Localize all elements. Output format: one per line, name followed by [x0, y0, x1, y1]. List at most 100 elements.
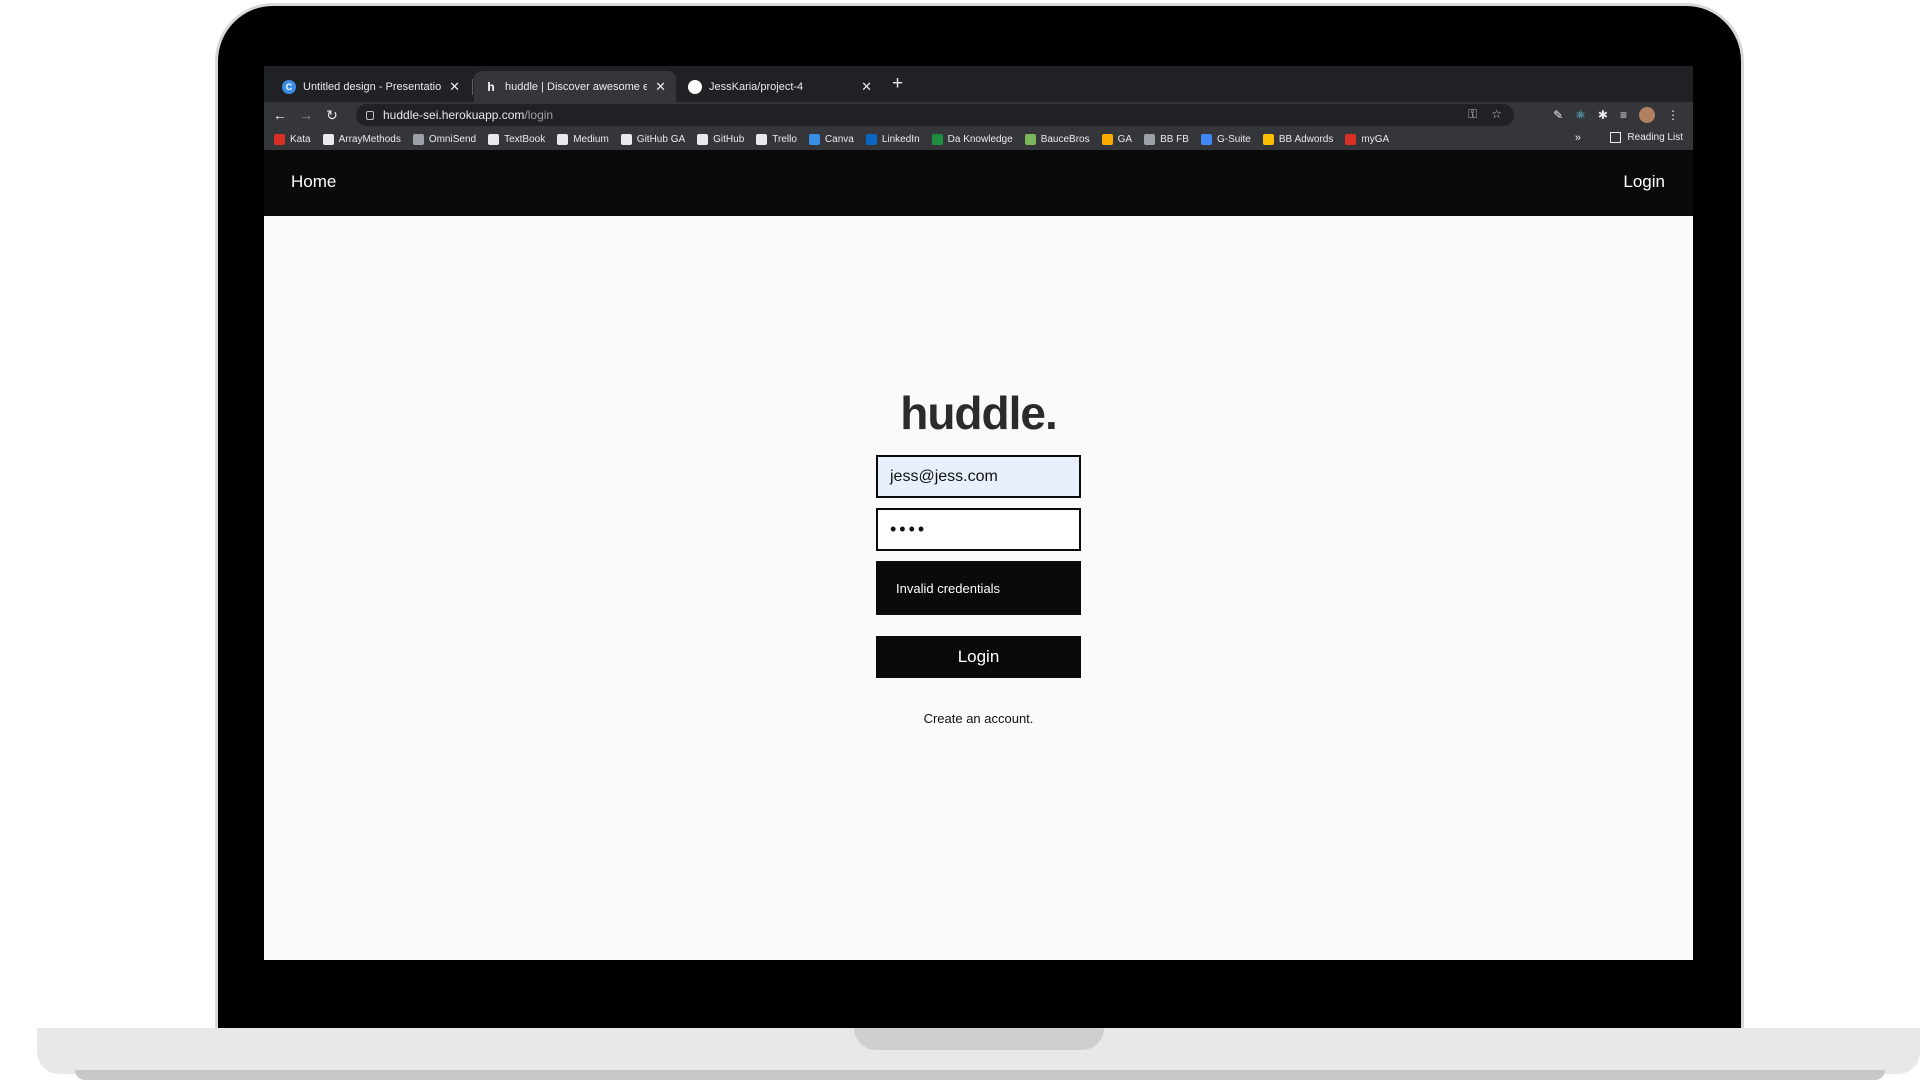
email-field[interactable]: jess@jess.com [876, 455, 1081, 498]
huddle-icon: h [487, 79, 495, 94]
login-button[interactable]: Login [876, 636, 1081, 678]
site-navbar: Home Login [264, 150, 1693, 216]
bookmark-label: LinkedIn [881, 133, 920, 145]
reload-icon[interactable]: ↻ [322, 107, 342, 124]
create-account-link[interactable]: Create an account. [264, 711, 1693, 726]
nav-login-link[interactable]: Login [1623, 172, 1665, 192]
tab-title: Untitled design - Presentation [303, 80, 442, 93]
bookmark-icon [1200, 133, 1212, 145]
bookmark-item[interactable]: GA [1101, 133, 1133, 145]
bookmark-item[interactable]: myGA [1345, 133, 1390, 145]
bookmark-item[interactable]: Da Knowledge [931, 133, 1013, 145]
media-control-icon[interactable]: ≡ [1620, 108, 1627, 122]
error-message: Invalid credentials [876, 561, 1081, 615]
avatar[interactable] [1639, 107, 1655, 123]
forward-icon[interactable]: → [296, 107, 316, 123]
bookmark-item[interactable]: ArrayMethods [322, 133, 401, 145]
bookmark-icon [1144, 133, 1156, 145]
bookmark-label: Trello [772, 133, 797, 145]
bookmark-label: GA [1117, 133, 1133, 145]
puzzle-icon[interactable]: ✱ [1598, 108, 1608, 122]
bookmark-item[interactable]: BB Adwords [1262, 133, 1334, 145]
bookmark-icon [488, 133, 500, 145]
bookmark-label: GitHub GA [636, 133, 686, 145]
bookmark-label: BauceBros [1040, 133, 1090, 145]
github-icon [688, 79, 702, 94]
url-text: huddle-sei.herokuapp.com/login [383, 108, 553, 122]
bookmark-label: Canva [824, 133, 854, 145]
bookmark-item[interactable]: Kata [274, 133, 311, 145]
bookmark-icon [1101, 133, 1113, 145]
omnibox-actions: ⚿ ☆ [1468, 107, 1502, 122]
bookmark-icon [1345, 133, 1357, 145]
bookmark-label: myGA [1361, 133, 1390, 145]
bookmark-icon [412, 133, 424, 145]
bookmark-icon [620, 133, 632, 145]
laptop-notch [854, 1028, 1104, 1050]
bookmark-item[interactable]: GitHub [697, 133, 745, 145]
bookmark-label: G-Suite [1216, 133, 1251, 145]
bookmark-icon [322, 133, 334, 145]
tab-github[interactable]: JessKaria/project-4 ✕ [678, 71, 882, 102]
close-icon[interactable]: ✕ [861, 79, 872, 95]
bookmark-label: BB Adwords [1278, 133, 1334, 145]
bookmark-label: Medium [573, 133, 609, 145]
tab-huddle[interactable]: h huddle | Discover awesome ev ✕ [474, 71, 676, 102]
close-icon[interactable]: ✕ [655, 79, 666, 95]
bookmark-icon [931, 133, 943, 145]
bookmark-item[interactable]: Canva [808, 133, 854, 145]
bookmark-icon [557, 133, 569, 145]
bookmark-label: OmniSend [428, 133, 477, 145]
menu-dots-icon[interactable]: ⋮ [1667, 108, 1679, 122]
huddle-logo: huddle. [900, 387, 1058, 439]
tab-title: JessKaria/project-4 [709, 80, 804, 93]
new-tab-button[interactable]: + [892, 74, 903, 94]
reading-list-button[interactable]: Reading List [1610, 132, 1683, 143]
tab-canva[interactable]: C Untitled design - Presentation ✕ [272, 71, 470, 102]
bookmark-icon [808, 133, 820, 145]
bookmark-icon [274, 133, 285, 145]
address-bar[interactable]: huddle-sei.herokuapp.com/login ⚿ ☆ [356, 104, 1514, 126]
bookmark-label: ArrayMethods [338, 133, 401, 145]
tab-strip: C Untitled design - Presentation ✕ h hud… [264, 66, 1693, 102]
bookmark-item[interactable]: Medium [557, 133, 609, 145]
close-icon[interactable]: ✕ [449, 79, 460, 95]
bookmark-item[interactable]: G-Suite [1200, 133, 1251, 145]
url-host: huddle-sei.herokuapp.com [383, 108, 525, 122]
bookmark-item[interactable]: BauceBros [1024, 133, 1090, 145]
browser-toolbar: ← → ↻ huddle-sei.herokuapp.com/login ⚿ ☆… [264, 102, 1693, 128]
bookmark-label: Kata [290, 133, 311, 145]
star-icon[interactable]: ☆ [1491, 107, 1502, 122]
nav-home-link[interactable]: Home [291, 172, 336, 192]
pen-extension-icon[interactable]: ✎ [1553, 108, 1563, 122]
bookmark-item[interactable]: LinkedIn [865, 133, 920, 145]
lock-icon [366, 110, 374, 120]
key-icon[interactable]: ⚿ [1468, 107, 1477, 122]
bookmark-icon [697, 133, 709, 145]
back-icon[interactable]: ← [270, 107, 290, 123]
bookmark-icon [865, 133, 877, 145]
laptop-base-shadow [75, 1070, 1885, 1080]
bookmark-label: GitHub [713, 133, 745, 145]
bookmarks-more-button[interactable]: » [1575, 132, 1581, 144]
bookmark-icon [1024, 133, 1036, 145]
reading-list-label: Reading List [1627, 132, 1683, 143]
bookmark-item[interactable]: Trello [756, 133, 797, 145]
url-path: /login [524, 108, 554, 122]
bookmark-icon [1262, 133, 1274, 145]
reading-list-icon [1610, 132, 1622, 143]
tab-separator [472, 79, 473, 95]
bookmark-label: BB FB [1160, 133, 1189, 145]
bookmark-label: Da Knowledge [947, 133, 1013, 145]
bookmarks-bar: Kata ArrayMethods OmniSend TextBook Medium Gi… [264, 128, 1693, 150]
bookmark-label: TextBook [504, 133, 546, 145]
extension-icons: ✎ ⚛ ✱ ≡ ⋮ [1553, 107, 1679, 123]
browser-window: C Untitled design - Presentation ✕ h hud… [264, 66, 1693, 960]
bookmark-item[interactable]: TextBook [488, 133, 546, 145]
password-field[interactable]: •••• [876, 508, 1081, 551]
react-devtools-icon[interactable]: ⚛ [1575, 108, 1586, 122]
bookmark-item[interactable]: OmniSend [412, 133, 477, 145]
tab-title: huddle | Discover awesome ev [505, 80, 648, 93]
bookmark-item[interactable]: GitHub GA [620, 133, 686, 145]
bookmark-item[interactable]: BB FB [1144, 133, 1189, 145]
